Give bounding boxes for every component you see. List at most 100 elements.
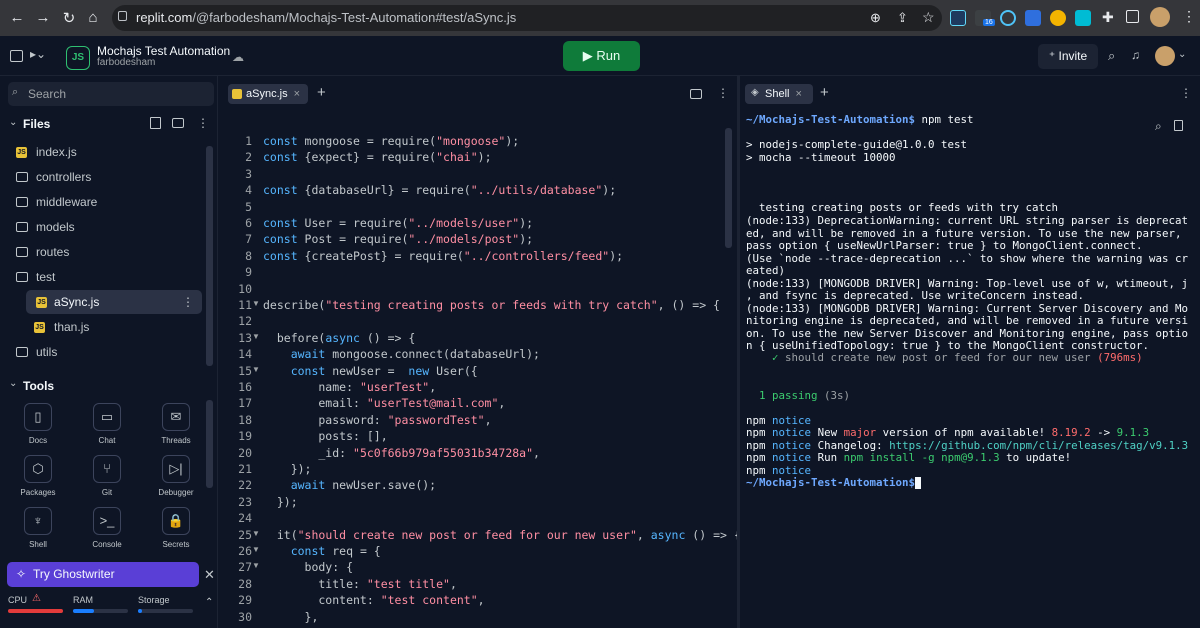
forward-icon[interactable]: →: [34, 9, 52, 26]
code-line[interactable]: _id: "5c0f66b979af55031b34728a",: [263, 446, 540, 460]
file-item-models[interactable]: models: [6, 215, 196, 239]
tool-secrets[interactable]: 🔒 Secrets: [147, 507, 205, 555]
extension-icon[interactable]: 16: [975, 10, 995, 26]
storage-meter[interactable]: [138, 609, 193, 613]
fold-chevron-icon[interactable]: ▼: [252, 299, 260, 308]
close-icon[interactable]: ✕: [204, 567, 215, 583]
code-line[interactable]: const newUser = new User({: [263, 364, 478, 378]
try-ghostwriter-button[interactable]: Try Ghostwriter: [7, 562, 199, 587]
tools-header[interactable]: Tools: [23, 379, 54, 393]
user-avatar[interactable]: [1155, 46, 1175, 66]
file-item-than-js[interactable]: JS than.js: [6, 315, 196, 339]
editor-menu-icon[interactable]: ⋮: [717, 86, 729, 100]
code-line[interactable]: content: "test content",: [263, 593, 484, 607]
sidepanel-icon[interactable]: [1126, 10, 1139, 23]
tool-packages[interactable]: ⬡ Packages: [9, 455, 67, 503]
cpu-meter[interactable]: [8, 609, 63, 613]
file-item-controllers[interactable]: controllers: [6, 165, 196, 189]
puzzle-icon[interactable]: ✚: [1102, 9, 1114, 26]
react-devtools-icon[interactable]: [950, 10, 966, 26]
address-bar[interactable]: replit.com/@farbodesham/Mochajs-Test-Aut…: [112, 5, 942, 31]
add-tab-icon[interactable]: +: [820, 84, 829, 101]
home-icon[interactable]: ⌂: [84, 9, 102, 26]
chevron-down-icon[interactable]: ⌄: [1178, 49, 1186, 60]
shell-output[interactable]: [740, 108, 1200, 628]
tool-shell[interactable]: ♆ Shell: [9, 507, 67, 555]
fold-chevron-icon[interactable]: ▼: [252, 365, 260, 374]
chevron-up-icon[interactable]: ⌃: [205, 597, 213, 608]
fold-chevron-icon[interactable]: ▼: [252, 561, 260, 570]
tool-chat[interactable]: ▭ Chat: [78, 403, 136, 451]
file-item-utils[interactable]: utils: [6, 340, 196, 364]
tool-console[interactable]: >_ Console: [78, 507, 136, 555]
project-title[interactable]: Mochajs Test Automation: [97, 44, 230, 58]
file-item-index-js[interactable]: JS index.js: [6, 140, 196, 164]
code-line[interactable]: await newUser.save();: [263, 478, 436, 492]
fold-chevron-icon[interactable]: ▼: [252, 332, 260, 341]
search-icon[interactable]: ⌕: [1108, 48, 1115, 64]
translate-icon[interactable]: [1025, 10, 1041, 26]
chevron-down-icon[interactable]: ⌄: [9, 117, 17, 128]
code-line[interactable]: posts: [],: [263, 429, 387, 443]
file-item-test[interactable]: test: [6, 265, 196, 289]
invite-button[interactable]: ⁺ Invite: [1038, 44, 1098, 69]
tools-scrollbar[interactable]: [206, 400, 213, 488]
editor-settings-icon[interactable]: [690, 89, 702, 99]
code-line[interactable]: before(async () => {: [263, 331, 415, 345]
chevron-down-icon[interactable]: ⌄: [9, 378, 17, 389]
code-line[interactable]: describe("testing creating posts or feed…: [263, 298, 720, 312]
search-icon[interactable]: ⌕: [1155, 119, 1162, 134]
new-file-icon[interactable]: [150, 117, 161, 129]
shell-menu-icon[interactable]: ⋮: [1180, 86, 1192, 100]
tool-threads[interactable]: ✉ Threads: [147, 403, 205, 451]
code-line[interactable]: const req = {: [263, 544, 381, 558]
run-button[interactable]: ▶ Run: [563, 41, 640, 71]
profile-avatar[interactable]: [1150, 7, 1170, 27]
sidebar-toggle-icon[interactable]: [10, 50, 23, 62]
code-line[interactable]: name: "userTest",: [263, 380, 436, 394]
browser-menu-icon[interactable]: ⋮: [1182, 8, 1196, 25]
search-input[interactable]: Search: [8, 82, 214, 106]
close-icon[interactable]: ×: [795, 88, 801, 100]
ram-meter[interactable]: [73, 609, 128, 613]
code-line[interactable]: const User = require("../models/user");: [263, 216, 533, 230]
clear-trash-icon[interactable]: [1174, 120, 1183, 131]
code-line[interactable]: await mongoose.connect(databaseUrl);: [263, 347, 540, 361]
back-icon[interactable]: ←: [8, 9, 26, 26]
close-icon[interactable]: ×: [294, 88, 300, 100]
install-icon[interactable]: ⊕: [870, 10, 881, 26]
code-line[interactable]: const {createPost} = require("../control…: [263, 249, 623, 263]
code-line[interactable]: });: [263, 462, 312, 476]
code-line[interactable]: email: "userTest@mail.com",: [263, 396, 505, 410]
code-line[interactable]: });: [263, 495, 298, 509]
bird-extension-icon[interactable]: [1075, 10, 1091, 26]
fold-chevron-icon[interactable]: ▼: [252, 529, 260, 538]
bell-icon[interactable]: ♫: [1131, 48, 1140, 62]
files-header[interactable]: Files: [23, 117, 50, 131]
share-icon[interactable]: ⇪: [897, 10, 908, 26]
replit-menu-icon[interactable]: ▸⌄: [30, 47, 46, 61]
file-item-aSync-js[interactable]: JS aSync.js ⋮: [26, 290, 202, 314]
repl-logo[interactable]: JS: [66, 46, 90, 70]
lock-icon[interactable]: [118, 11, 127, 21]
code-line[interactable]: it("should create new post or feed for o…: [263, 528, 741, 542]
code-line[interactable]: },: [263, 610, 319, 624]
code-line[interactable]: const {databaseUrl} = require("../utils/…: [263, 183, 616, 197]
file-item-routes[interactable]: routes: [6, 240, 196, 264]
code-line[interactable]: title: "test title",: [263, 577, 457, 591]
tool-git[interactable]: ⑂ Git: [78, 455, 136, 503]
code-line[interactable]: password: "passwordTest",: [263, 413, 491, 427]
tool-docs[interactable]: ▯ Docs: [9, 403, 67, 451]
color-extension-icon[interactable]: [1050, 10, 1066, 26]
editor-scrollbar[interactable]: [725, 128, 732, 248]
files-menu-icon[interactable]: ⋮: [197, 116, 209, 130]
project-owner[interactable]: farbodesham: [97, 57, 155, 68]
tool-debugger[interactable]: ▷| Debugger: [147, 455, 205, 503]
circle-extension-icon[interactable]: [1000, 10, 1016, 26]
sidebar-scrollbar[interactable]: [206, 146, 213, 366]
code-line[interactable]: const mongoose = require("mongoose");: [263, 134, 519, 148]
file-item-middleware[interactable]: middleware: [6, 190, 196, 214]
file-menu-icon[interactable]: ⋮: [182, 290, 194, 314]
add-tab-icon[interactable]: +: [317, 84, 326, 101]
code-line[interactable]: body: {: [263, 560, 353, 574]
